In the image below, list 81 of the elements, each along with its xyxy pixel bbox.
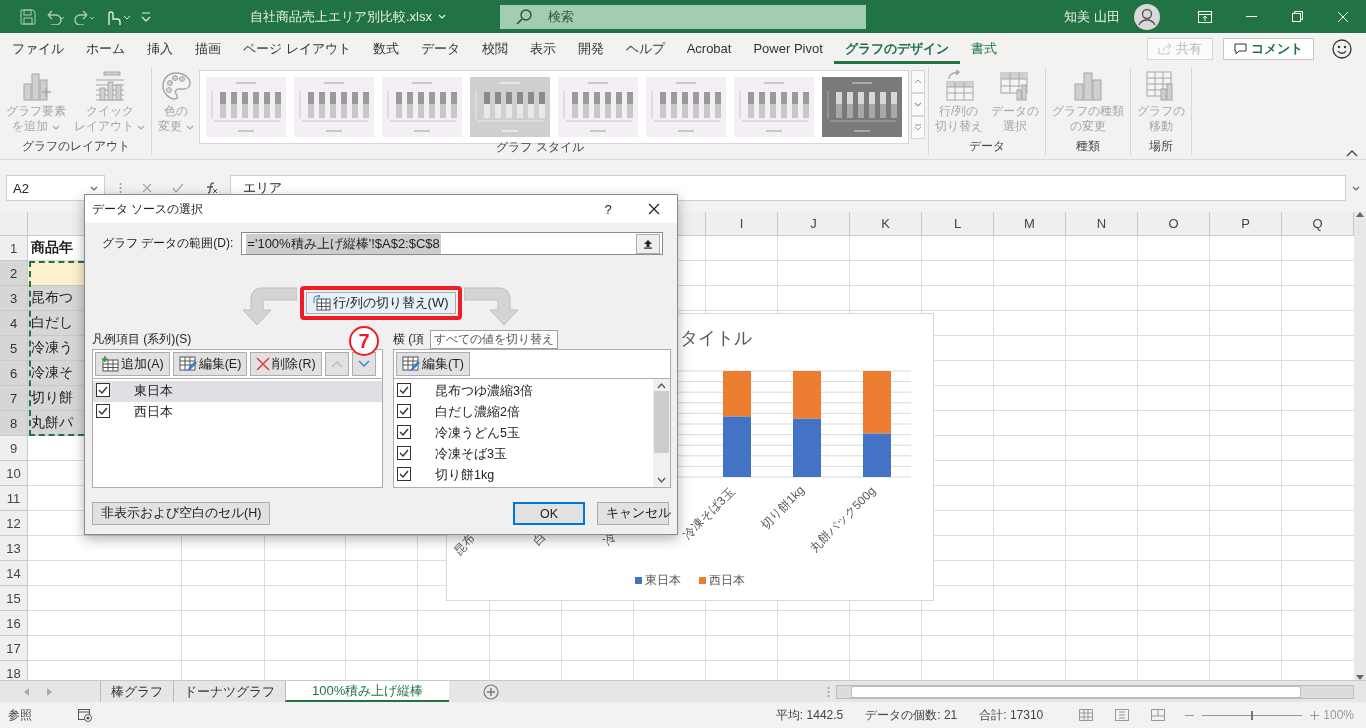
- row-header[interactable]: 17: [0, 636, 28, 661]
- axis-label: 白: [530, 529, 549, 548]
- range-field[interactable]: ='100%積み上げ縦棒'!$A$2:$C$8: [241, 232, 663, 255]
- file-name: 自社商品売上エリア別比較.xlsx: [250, 7, 432, 26]
- row-header[interactable]: 8: [0, 411, 28, 436]
- row-header[interactable]: 7: [0, 386, 28, 411]
- panel-label: 横 (項: [393, 331, 425, 348]
- toolbar-button[interactable]: 編集(T): [396, 352, 470, 376]
- tooltip: すべての値を切り替え: [430, 330, 558, 349]
- legend-label: 西日本: [709, 572, 745, 589]
- menu-tab[interactable]: 描画: [184, 33, 232, 64]
- row-header[interactable]: 6: [0, 361, 28, 386]
- row-header[interactable]: 13: [0, 536, 28, 561]
- toolbar-button[interactable]: 追加(A): [95, 352, 170, 376]
- list-item[interactable]: 東日本: [93, 381, 382, 402]
- column-header[interactable]: Q: [1282, 212, 1354, 236]
- group-label: グラフ スタイル: [496, 140, 584, 155]
- comment-button[interactable]: コメント: [1223, 37, 1314, 60]
- search-field[interactable]: 検索: [500, 4, 866, 29]
- menu-tab[interactable]: ホーム: [75, 33, 136, 64]
- legend-label: 東日本: [645, 572, 681, 589]
- field-label: グラフ データの範囲(D):: [102, 235, 234, 252]
- axis-label: 切り餅1kg: [758, 482, 808, 532]
- row-header[interactable]: 3: [0, 286, 28, 311]
- list-item[interactable]: 西日本: [93, 402, 382, 423]
- help-button[interactable]: ?: [585, 201, 631, 217]
- row-header[interactable]: 15: [0, 586, 28, 611]
- row-header[interactable]: 5: [0, 336, 28, 361]
- column-header[interactable]: M: [994, 212, 1066, 236]
- row-header[interactable]: 4: [0, 311, 28, 336]
- group-label: データ: [968, 139, 1005, 154]
- axis-label: 冷凍そば3玉: [680, 484, 738, 542]
- panel-label: 凡例項目 (系列)(S): [92, 332, 192, 346]
- menu-tab[interactable]: ページ レイアウト: [232, 33, 362, 64]
- menu-tab[interactable]: 書式: [959, 33, 1008, 64]
- row-header[interactable]: 12: [0, 511, 28, 536]
- column-header[interactable]: N: [1066, 212, 1138, 236]
- column-header[interactable]: K: [850, 212, 922, 236]
- column-header[interactable]: I: [706, 212, 778, 236]
- status-mode: 参照: [8, 706, 32, 724]
- column-header[interactable]: J: [778, 212, 850, 236]
- status-sum: 合計: 17310: [979, 706, 1044, 724]
- menu-tab[interactable]: 校閲: [470, 33, 519, 64]
- row-header[interactable]: 14: [0, 561, 28, 586]
- axis-label: 昆布: [451, 531, 478, 558]
- column-header[interactable]: L: [922, 212, 994, 236]
- group-label: 種類: [1075, 139, 1100, 154]
- row-header[interactable]: 11: [0, 486, 28, 511]
- menu-tab[interactable]: 開発: [566, 33, 615, 64]
- row-header[interactable]: 18: [0, 661, 28, 680]
- formula-field[interactable]: エリア: [230, 175, 1346, 201]
- switch-row-column-button[interactable]: 行/列の切り替え(W): [306, 292, 456, 314]
- row-header[interactable]: 1: [0, 236, 28, 261]
- toolbar-button[interactable]: 編集(E): [172, 352, 248, 376]
- chart-title[interactable]: タイトル: [680, 326, 752, 350]
- status-count: データの個数: 21: [865, 706, 958, 724]
- menu-tab[interactable]: 表示: [518, 33, 567, 64]
- toolbar-button[interactable]: 削除(R): [250, 352, 322, 376]
- dialog-title: データ ソースの選択: [92, 200, 204, 218]
- row-header[interactable]: 9: [0, 436, 28, 461]
- row-header[interactable]: 10: [0, 461, 28, 486]
- menu-tab[interactable]: ファイル: [1, 33, 75, 64]
- group-label: 場所: [1148, 139, 1173, 154]
- menu-tab[interactable]: ヘルプ: [614, 33, 676, 64]
- name-box[interactable]: A2: [6, 175, 105, 201]
- row-header[interactable]: 16: [0, 611, 28, 636]
- menu-tab[interactable]: データ: [409, 33, 471, 64]
- sheet-tab[interactable]: 100%積み上げ縦棒: [285, 681, 450, 702]
- ok-button[interactable]: OK: [513, 502, 585, 525]
- hidden-cells-button[interactable]: 非表示および空白のセル(H): [92, 502, 271, 525]
- column-header[interactable]: P: [1210, 212, 1282, 236]
- user-name: 知美 山田: [1064, 7, 1120, 26]
- menu-tab[interactable]: Power Pivot: [742, 33, 834, 64]
- menu-tab[interactable]: Acrobat: [675, 33, 743, 64]
- group-label: グラフのレイアウト: [21, 139, 130, 154]
- cancel-button[interactable]: キャンセル: [597, 502, 669, 525]
- column-header[interactable]: O: [1138, 212, 1210, 236]
- menu-tab[interactable]: 挿入: [136, 33, 184, 64]
- menu-tab[interactable]: 数式: [361, 33, 410, 64]
- row-header[interactable]: 2: [0, 261, 28, 286]
- status-average: 平均: 1442.5: [775, 706, 844, 724]
